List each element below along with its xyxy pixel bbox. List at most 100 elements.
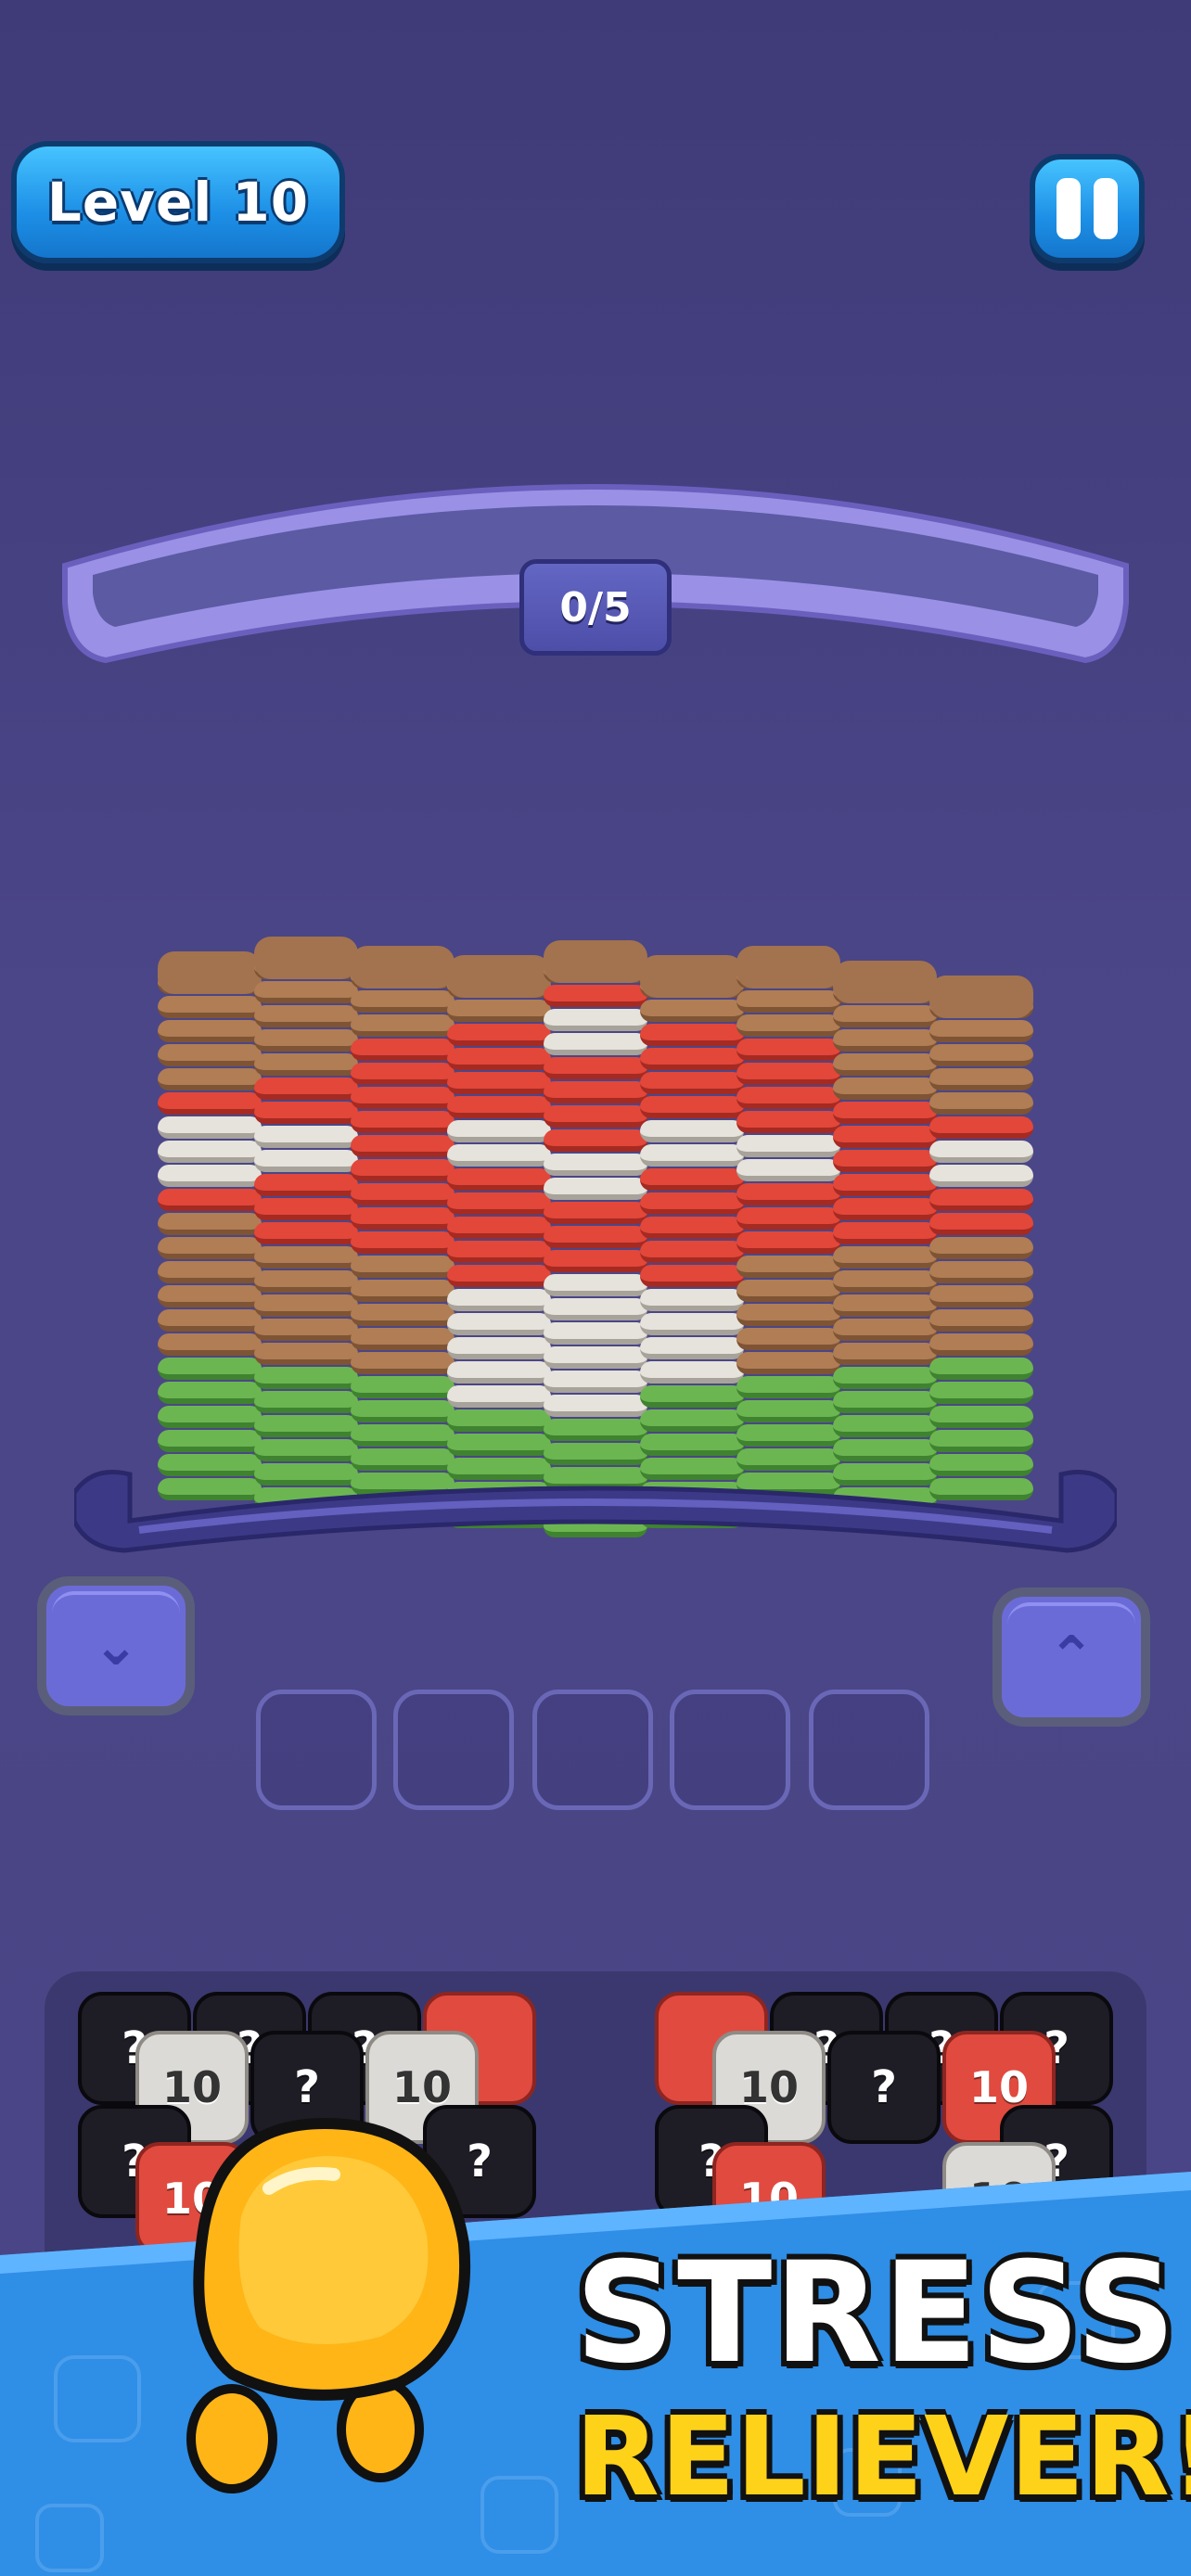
chip-column-6[interactable] <box>640 649 744 1558</box>
chevron-down-icon: ⌄ <box>92 1613 140 1678</box>
chip-red <box>544 1057 647 1079</box>
chip-red <box>544 1081 647 1103</box>
chip-white <box>447 1289 551 1311</box>
chip-green <box>640 1385 744 1408</box>
chip-brown <box>929 1333 1033 1356</box>
chip-column-5[interactable] <box>544 649 647 1558</box>
chip-brown <box>929 1237 1033 1259</box>
chip-red <box>640 1048 744 1070</box>
chip-green <box>929 1382 1033 1404</box>
chip-brown <box>833 1053 937 1076</box>
chip-column-2[interactable] <box>254 649 358 1558</box>
chip-white <box>929 1165 1033 1187</box>
chip-brown <box>447 1000 551 1022</box>
chip-red <box>833 1222 937 1244</box>
chip-red <box>640 1072 744 1094</box>
chip-red <box>447 1192 551 1215</box>
chip-green <box>929 1430 1033 1452</box>
chip-green <box>640 1434 744 1456</box>
chip-red <box>351 1063 455 1085</box>
chip-white <box>544 1298 647 1320</box>
chip-top-brown <box>351 946 455 988</box>
chip-white <box>640 1361 744 1384</box>
chip-column-7[interactable] <box>736 649 840 1558</box>
chip-red <box>544 985 647 1007</box>
chip-brown <box>833 1078 937 1100</box>
chip-column-8[interactable] <box>833 649 937 1558</box>
chip-brown <box>929 1068 1033 1090</box>
chip-brown <box>351 1352 455 1374</box>
chip-brown <box>833 1294 937 1317</box>
chip-red <box>351 1207 455 1230</box>
chip-red <box>351 1159 455 1181</box>
chip-top-brown <box>158 951 262 994</box>
chip-red <box>736 1183 840 1205</box>
chip-white <box>736 1135 840 1157</box>
chip-brown <box>254 1005 358 1027</box>
chip-red <box>640 1168 744 1191</box>
chip-top-brown <box>254 937 358 979</box>
chip-red <box>544 1250 647 1272</box>
queue-block[interactable]: ? <box>827 2031 941 2144</box>
chip-red <box>447 1024 551 1046</box>
chip-red <box>640 1192 744 1215</box>
chip-red <box>447 1048 551 1070</box>
chip-red <box>833 1174 937 1196</box>
chip-red <box>351 1087 455 1109</box>
chip-white <box>544 1009 647 1031</box>
chip-red <box>447 1168 551 1191</box>
level-label: Level 10 <box>46 171 310 234</box>
chip-red <box>158 1092 262 1115</box>
chip-red <box>351 1111 455 1133</box>
chip-white <box>544 1395 647 1417</box>
chip-column-4[interactable] <box>447 649 551 1558</box>
chip-green <box>158 1430 262 1452</box>
chip-brown <box>351 1328 455 1350</box>
chip-green <box>447 1409 551 1432</box>
holding-slot-1 <box>256 1690 377 1810</box>
chip-white <box>254 1126 358 1148</box>
chip-red <box>544 1105 647 1128</box>
chip-column-3[interactable] <box>351 649 455 1558</box>
chip-white <box>544 1274 647 1296</box>
chip-red <box>640 1241 744 1263</box>
chip-red <box>254 1174 358 1196</box>
chip-brown <box>833 1319 937 1341</box>
chip-brown <box>736 1352 840 1374</box>
chip-red <box>736 1111 840 1133</box>
chip-brown <box>158 1333 262 1356</box>
chip-top-brown <box>929 976 1033 1018</box>
mascot-icon <box>186 2117 471 2493</box>
pause-button[interactable] <box>1030 154 1145 263</box>
chip-red <box>447 1096 551 1118</box>
rotate-down-button[interactable]: ⌄ <box>37 1576 195 1715</box>
chip-white <box>447 1361 551 1384</box>
chip-green <box>254 1439 358 1461</box>
rotate-up-button[interactable]: ⌃ <box>992 1588 1150 1727</box>
chip-top-brown <box>833 961 937 1003</box>
chip-red <box>447 1072 551 1094</box>
chip-brown <box>736 1304 840 1326</box>
chip-white <box>447 1120 551 1142</box>
chip-brown <box>351 990 455 1013</box>
chip-brown <box>929 1261 1033 1283</box>
chip-brown <box>929 1092 1033 1115</box>
level-indicator: Level 10 <box>11 141 345 263</box>
chip-brown <box>833 1246 937 1269</box>
chip-brown <box>736 1280 840 1302</box>
pause-icon-bar <box>1094 178 1118 239</box>
chip-column-1[interactable] <box>158 649 262 1558</box>
chip-column-9[interactable] <box>929 649 1033 1558</box>
chip-brown <box>254 1294 358 1317</box>
chip-green <box>833 1415 937 1437</box>
chip-red <box>736 1039 840 1061</box>
chip-red <box>254 1198 358 1220</box>
chip-green <box>158 1382 262 1404</box>
chip-green <box>929 1406 1033 1428</box>
chip-red <box>447 1217 551 1239</box>
banner-subheadline: RELIEVER! <box>575 2392 1191 2520</box>
chip-green <box>158 1406 262 1428</box>
chip-white <box>158 1165 262 1187</box>
chip-red <box>929 1189 1033 1211</box>
chevron-up-icon: ⌃ <box>1047 1625 1095 1690</box>
